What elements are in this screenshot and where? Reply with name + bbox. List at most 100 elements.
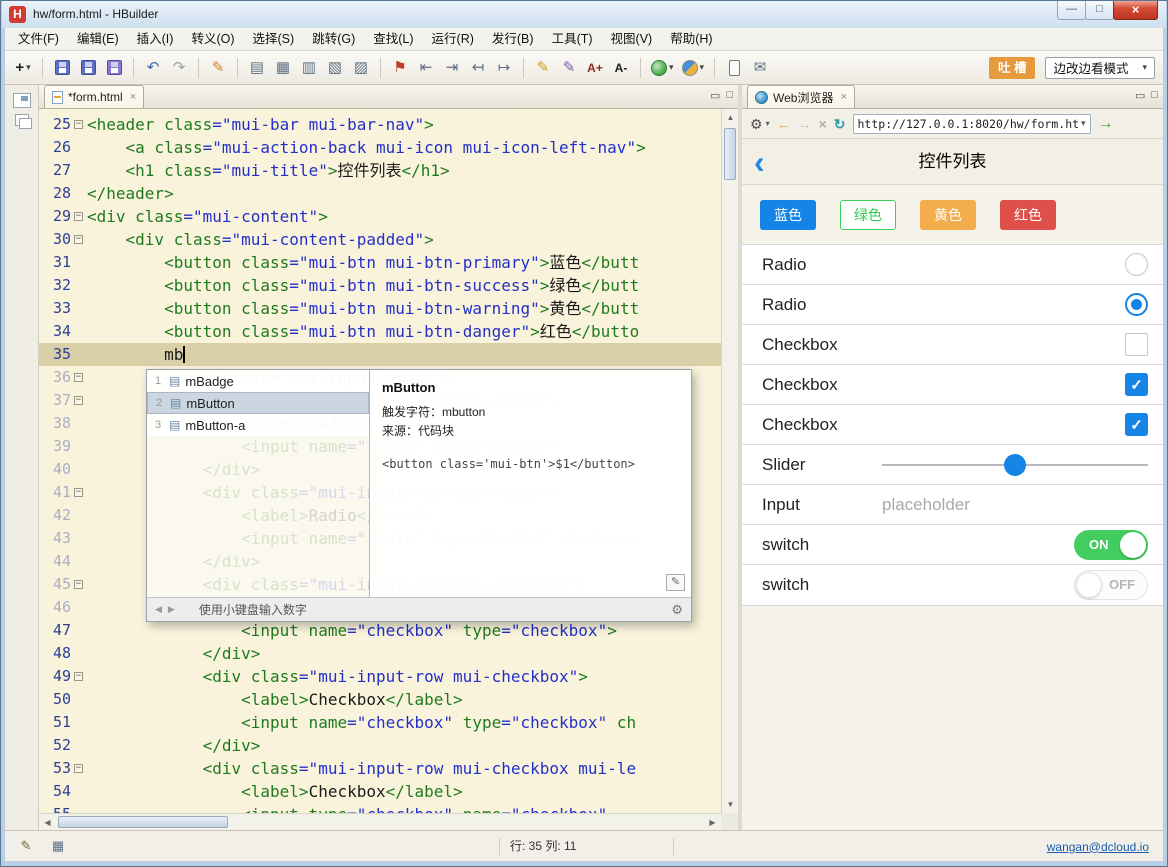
undo-icon[interactable]: ↶: [141, 56, 165, 80]
fold-marker-icon[interactable]: −: [71, 366, 85, 389]
menu-item[interactable]: 转义(O): [182, 28, 243, 50]
slider-thumb[interactable]: [1004, 454, 1026, 476]
comment-icon[interactable]: ▨: [349, 56, 373, 80]
new-file-button[interactable]: +▾: [11, 56, 35, 80]
mui-button-warning[interactable]: 黄色: [920, 200, 976, 230]
run-in-browser-icon[interactable]: ▾: [648, 56, 677, 80]
tasks-icon[interactable]: ▦: [49, 837, 67, 855]
menu-item[interactable]: 视图(V): [602, 28, 662, 50]
tab-web-browser[interactable]: Web浏览器 ×: [747, 85, 855, 108]
address-input[interactable]: [858, 117, 1078, 131]
menu-item[interactable]: 编辑(E): [68, 28, 128, 50]
user-account-link[interactable]: wangan@dcloud.io: [1047, 840, 1149, 854]
menu-item[interactable]: 发行(B): [483, 28, 543, 50]
horizontal-scrollbar[interactable]: ◀ ▶: [39, 813, 721, 830]
switch-control[interactable]: ON: [1074, 530, 1148, 560]
save-as-icon[interactable]: [102, 56, 126, 80]
autocomplete-item[interactable]: 1▤mBadge: [147, 370, 369, 392]
marker-pen-icon[interactable]: ✎: [557, 56, 581, 80]
scroll-up-icon[interactable]: ▲: [723, 110, 738, 125]
device-run-icon[interactable]: [722, 56, 746, 80]
next-edit-icon[interactable]: ↦: [492, 56, 516, 80]
doc-structure-icon[interactable]: ▤: [245, 56, 269, 80]
stop-icon[interactable]: ×: [819, 117, 827, 131]
vertical-scrollbar[interactable]: ▲ ▼: [721, 109, 738, 813]
menu-item[interactable]: 插入(I): [128, 28, 183, 50]
close-icon[interactable]: ×: [838, 91, 846, 103]
fold-marker-icon[interactable]: −: [71, 481, 85, 504]
chevron-down-icon[interactable]: ▾: [766, 119, 770, 128]
edit-snippet-icon[interactable]: ✎: [666, 574, 685, 591]
notes-icon[interactable]: ✎: [17, 837, 35, 855]
horizontal-scroll-thumb[interactable]: [58, 816, 228, 828]
hbuilder-logo-icon[interactable]: H: [9, 6, 26, 23]
close-button[interactable]: ×: [1113, 1, 1158, 20]
back-icon[interactable]: ←: [777, 117, 791, 131]
save-all-icon[interactable]: [76, 56, 100, 80]
mui-button-success[interactable]: 绿色: [840, 200, 896, 230]
scroll-left-icon[interactable]: ◀: [40, 815, 55, 830]
fold-marker-icon[interactable]: −: [71, 205, 85, 228]
scroll-down-icon[interactable]: ▼: [723, 797, 738, 812]
minimize-button[interactable]: —: [1057, 1, 1086, 20]
menu-item[interactable]: 工具(T): [543, 28, 602, 50]
vertical-scroll-thumb[interactable]: [724, 128, 736, 180]
copy-pages-icon[interactable]: [15, 114, 29, 126]
maximize-view-icon[interactable]: □: [1151, 89, 1158, 102]
prev-page-icon[interactable]: ◀: [155, 604, 162, 615]
checkbox-control[interactable]: [1125, 333, 1148, 356]
scroll-right-icon[interactable]: ▶: [705, 815, 720, 830]
reformat-icon[interactable]: ✎: [206, 56, 230, 80]
fold-marker-icon[interactable]: −: [71, 665, 85, 688]
fold-marker-icon[interactable]: −: [71, 389, 85, 412]
mui-button-danger[interactable]: 红色: [1000, 200, 1056, 230]
menu-item[interactable]: 运行(R): [423, 28, 483, 50]
gear-icon[interactable]: ⚙: [671, 602, 683, 618]
format-code-icon[interactable]: ▦: [271, 56, 295, 80]
fold-marker-icon[interactable]: −: [71, 228, 85, 251]
message-icon[interactable]: ✉: [748, 56, 772, 80]
next-bookmark-icon[interactable]: ⇥: [440, 56, 464, 80]
checkbox-control[interactable]: ✓: [1125, 373, 1148, 396]
font-smaller-icon[interactable]: A-: [609, 56, 633, 80]
text-input[interactable]: placeholder: [882, 485, 970, 525]
switch-control[interactable]: OFF: [1074, 570, 1148, 600]
fold-marker-icon[interactable]: −: [71, 757, 85, 780]
radio-control[interactable]: [1125, 293, 1148, 316]
back-chevron-icon[interactable]: ‹: [754, 140, 765, 184]
minimize-view-icon[interactable]: ▭: [710, 89, 720, 102]
menu-item[interactable]: 跳转(G): [303, 28, 364, 50]
refresh-icon[interactable]: ↻: [834, 117, 846, 131]
slider-control[interactable]: [882, 445, 1148, 485]
prev-bookmark-icon[interactable]: ⇤: [414, 56, 438, 80]
redo-icon[interactable]: ↷: [167, 56, 191, 80]
fold-marker-icon[interactable]: −: [71, 113, 85, 136]
maximize-button[interactable]: □: [1085, 1, 1114, 20]
menu-item[interactable]: 帮助(H): [661, 28, 721, 50]
view-mode-select[interactable]: 边改边看模式 ▾: [1045, 57, 1155, 79]
autocomplete-item[interactable]: 2▤mButton: [147, 392, 369, 414]
minimize-view-icon[interactable]: ▭: [1135, 89, 1145, 102]
restore-panel-icon[interactable]: [13, 93, 31, 108]
tab-form-html[interactable]: *form.html ×: [44, 85, 144, 108]
fold-marker-icon[interactable]: −: [71, 573, 85, 596]
prev-edit-icon[interactable]: ↤: [466, 56, 490, 80]
gear-icon[interactable]: ⚙: [750, 117, 763, 131]
indent-icon[interactable]: ▧: [323, 56, 347, 80]
highlighter-icon[interactable]: ✎: [531, 56, 555, 80]
menu-item[interactable]: 文件(F): [9, 28, 68, 50]
save-icon[interactable]: [50, 56, 74, 80]
forward-icon[interactable]: →: [798, 117, 812, 131]
next-page-icon[interactable]: ▶: [168, 604, 175, 615]
maximize-view-icon[interactable]: □: [726, 89, 733, 102]
autocomplete-item[interactable]: 3▤mButton-a: [147, 414, 369, 436]
chevron-down-icon[interactable]: ▾: [1081, 118, 1086, 129]
radio-control[interactable]: [1125, 253, 1148, 276]
mui-button-primary[interactable]: 蓝色: [760, 200, 816, 230]
menu-item[interactable]: 选择(S): [244, 28, 304, 50]
bookmark-icon[interactable]: ⚑: [388, 56, 412, 80]
wrap-line-icon[interactable]: ▥: [297, 56, 321, 80]
run-in-chrome-icon[interactable]: ▾: [679, 56, 708, 80]
feedback-button[interactable]: 吐 槽: [989, 57, 1035, 79]
checkbox-control[interactable]: ✓: [1125, 413, 1148, 436]
